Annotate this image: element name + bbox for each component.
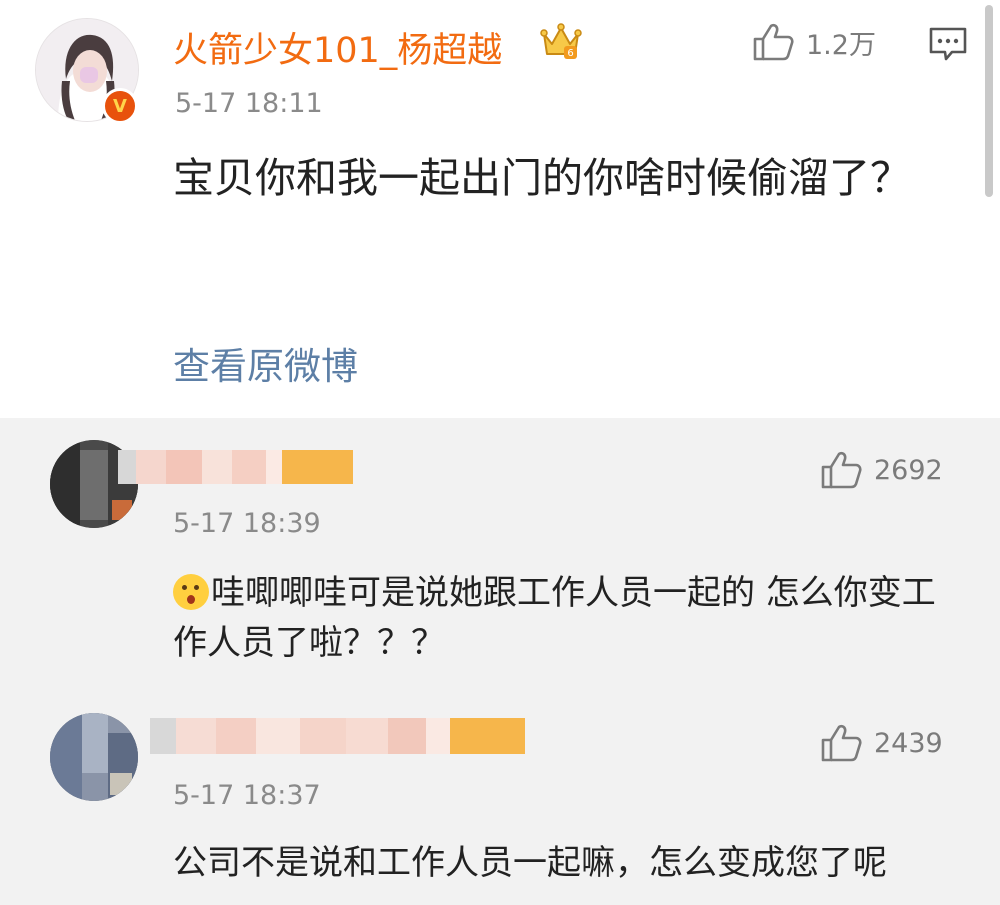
comment-text-content: 哇唧唧哇可是说她跟工作人员一起的 怎么你变工作人员了啦？？？ [173, 573, 936, 663]
comment-timestamp: 5-17 18:37 [173, 780, 321, 811]
post-timestamp: 5-17 18:11 [175, 88, 323, 119]
post-like-count: 1.2万 [806, 29, 876, 61]
comment-text: 公司不是说和工作人员一起嘛，怎么变成您了呢 [173, 843, 887, 883]
thumbs-up-icon [821, 451, 862, 489]
comment-like-count: 2439 [874, 727, 943, 759]
username-redacted[interactable] [150, 718, 525, 754]
post-like-button[interactable]: 1.2万 [752, 22, 876, 62]
original-post: V 火箭少女101_杨超越 6 5-17 18:11 1.2万 宝贝你和我一起出… [0, 0, 1000, 418]
crown-icon: 6 [540, 23, 582, 59]
message-icon[interactable] [928, 26, 968, 62]
post-username[interactable]: 火箭少女101_杨超越 [173, 22, 502, 73]
thumbs-up-icon [753, 23, 794, 61]
comment-like-button[interactable]: 2692 [820, 450, 943, 490]
thumbs-up-icon [821, 724, 862, 762]
comment-avatar[interactable] [50, 713, 138, 801]
comment-like-button[interactable]: 2439 [820, 723, 943, 763]
surprised-emoji-icon [173, 574, 209, 610]
svg-text:6: 6 [567, 48, 573, 59]
username-redacted[interactable] [118, 450, 353, 484]
scrollbar[interactable] [985, 5, 993, 197]
comment-like-count: 2692 [874, 454, 943, 486]
post-text: 宝贝你和我一起出门的你啥时候偷溜了？ [173, 154, 911, 202]
comments-list: 5-17 18:39 2692 哇唧唧哇可是说她跟工作人员一起的 怎么你变工作人… [0, 418, 1000, 905]
comment-timestamp: 5-17 18:39 [173, 508, 321, 539]
comment-text: 哇唧唧哇可是说她跟工作人员一起的 怎么你变工作人员了啦？？？ [173, 568, 953, 668]
verified-badge: V [102, 88, 138, 124]
view-original-link[interactable]: 查看原微博 [173, 336, 358, 390]
